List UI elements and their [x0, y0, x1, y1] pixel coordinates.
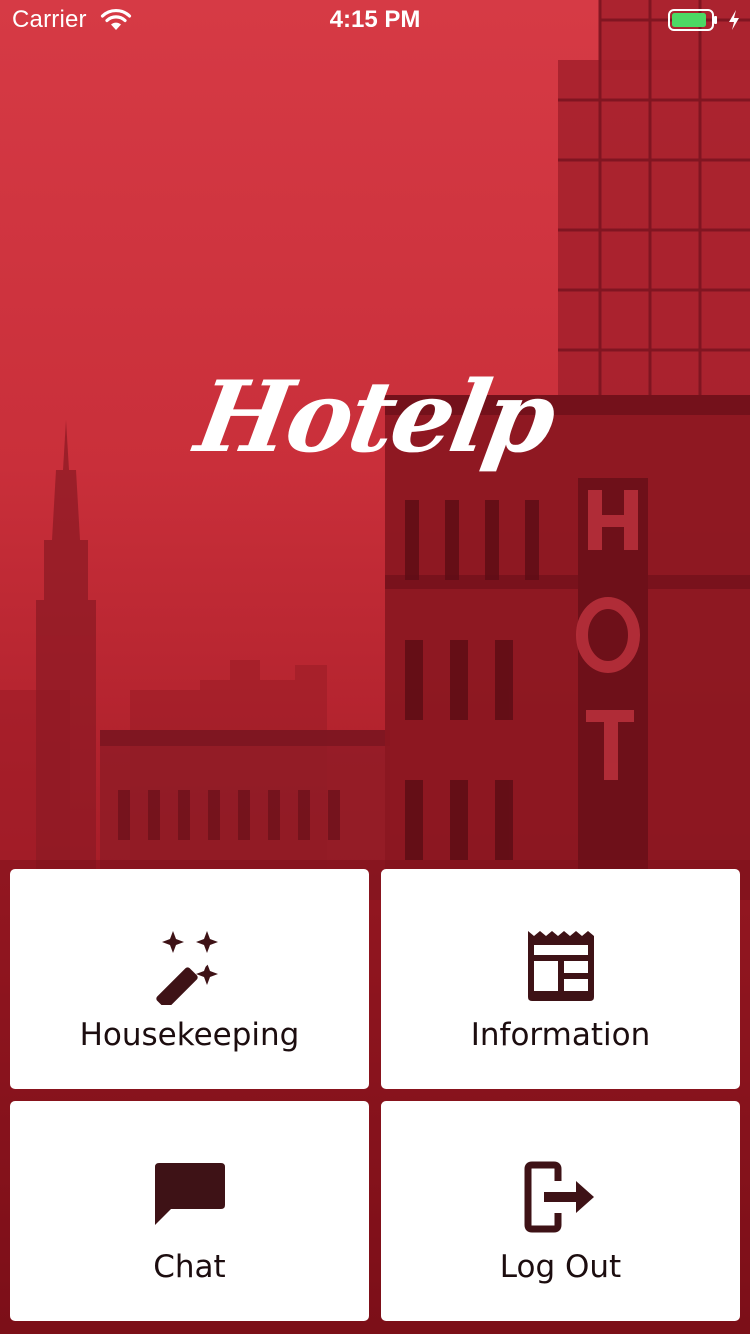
housekeeping-label: Housekeeping: [79, 1017, 300, 1053]
newspaper-icon: [381, 927, 740, 1005]
charging-bolt-icon: [729, 10, 739, 30]
home-screen: Carrier 4:15 PM Hotelp Housekeeping Info…: [0, 0, 750, 1334]
battery-charging-icon: [668, 9, 717, 31]
housekeeping-button[interactable]: Housekeeping: [10, 869, 369, 1089]
information-label: Information: [470, 1017, 651, 1053]
app-logo: Hotelp: [188, 360, 562, 475]
logout-button[interactable]: Log Out: [381, 1101, 740, 1321]
logout-icon: [381, 1159, 740, 1237]
chat-button[interactable]: Chat: [10, 1101, 369, 1321]
status-bar: Carrier 4:15 PM: [0, 0, 750, 40]
logout-label: Log Out: [499, 1249, 622, 1285]
chat-label: Chat: [153, 1249, 226, 1285]
magic-wand-icon: [10, 927, 369, 1005]
chat-bubble-icon: [10, 1159, 369, 1237]
information-button[interactable]: Information: [381, 869, 740, 1089]
status-time: 4:15 PM: [329, 6, 421, 33]
